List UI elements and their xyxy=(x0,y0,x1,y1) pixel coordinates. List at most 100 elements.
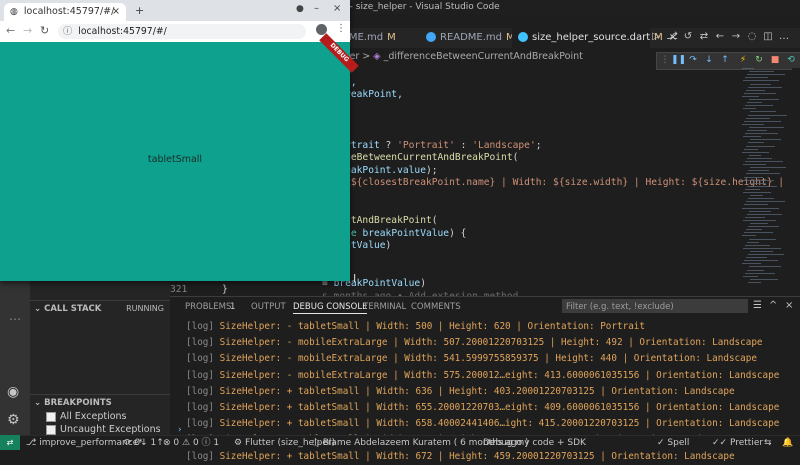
minimap[interactable] xyxy=(742,68,792,293)
minimap-line xyxy=(745,188,760,190)
chevron-up-icon[interactable]: ^ xyxy=(769,300,777,311)
call-stack-header[interactable]: ⌄ CALL STACK RUNNING xyxy=(30,300,170,316)
running-status: RUNNING xyxy=(126,304,164,313)
notifications-icon[interactable]: 🔔 xyxy=(782,436,793,451)
problems-item[interactable]: ⊗ 0 ⚠ 0 ⓘ 1 xyxy=(163,436,219,451)
new-tab-icon[interactable]: + xyxy=(135,4,144,17)
tab-problems[interactable]: PROBLEMS xyxy=(185,301,231,313)
minimap-line xyxy=(745,77,768,79)
browser-tab[interactable]: ◍ localhost:45797/#/ × xyxy=(4,3,126,21)
minimap-line xyxy=(744,148,758,150)
debug-mode-item[interactable]: Debug my code + SDK xyxy=(483,436,586,451)
minimap-line xyxy=(745,216,765,218)
editor-scrollbar[interactable] xyxy=(792,68,800,293)
minimap-line xyxy=(747,130,767,131)
minimap-line xyxy=(750,111,776,113)
minimap-line xyxy=(748,198,774,200)
stop-icon[interactable]: ■ xyxy=(769,54,781,66)
tab-size-helper-source[interactable]: size_helper_source.dart M × xyxy=(512,28,677,48)
tab-output[interactable]: OUTPUT xyxy=(251,301,286,313)
minimap-line xyxy=(748,170,769,172)
minimap-line xyxy=(749,126,784,128)
code-token: erenceBetweenCurrentAndBreakPoint xyxy=(322,152,513,164)
back-arrow-icon[interactable]: ← xyxy=(6,24,15,37)
more-views-icon[interactable]: ⋯ xyxy=(9,312,21,326)
checkbox[interactable] xyxy=(46,424,56,435)
log-level-tag: [log] xyxy=(186,369,220,381)
forward-arrow-icon[interactable]: → xyxy=(23,24,32,37)
live-share-icon[interactable]: ⇆ xyxy=(764,436,772,451)
minimap-line xyxy=(746,257,767,259)
restart-icon[interactable]: ↻ xyxy=(753,54,765,66)
console-log-line: [log] SizeHelper: - mobileExtraLarge | W… xyxy=(186,368,779,384)
clear-console-icon[interactable]: ☰ xyxy=(753,300,762,311)
settings-gear-icon[interactable]: ⚙ xyxy=(7,412,20,428)
tab-readme-2[interactable]: README.md M xyxy=(420,28,518,48)
minimap-line xyxy=(743,80,779,82)
open-changes-icon[interactable]: ◌ xyxy=(746,30,758,44)
debug-sidebar: ⌄ CALL STACK RUNNING ⌄ BREAKPOINTS All E… xyxy=(30,280,170,435)
minimap-line xyxy=(749,210,771,212)
breadcrumb-method[interactable]: _differenceBetweenCurrentAndBreakPoint xyxy=(384,51,583,62)
browser-menu-icon[interactable]: ⋮ xyxy=(336,23,346,34)
prettier-item[interactable]: ✓✓ Prettier xyxy=(712,436,763,451)
spell-item[interactable]: ✓ Spell xyxy=(657,436,689,451)
close-panel-icon[interactable]: × xyxy=(785,300,793,311)
history-icon[interactable]: ↺ xyxy=(682,30,694,44)
spell-label: Spell xyxy=(667,438,690,448)
minimap-line xyxy=(746,145,775,147)
minimap-line xyxy=(749,99,779,100)
console-log-line: [log] SizeHelper: - tabletSmall | Width:… xyxy=(186,319,645,335)
minimap-line xyxy=(748,254,784,255)
more-icon[interactable]: … xyxy=(778,30,790,44)
forward-icon[interactable]: → xyxy=(730,30,742,44)
run-icon[interactable]: ▷ xyxy=(650,30,662,44)
branch-icon[interactable]: ⎇ xyxy=(666,30,678,44)
minimap-line xyxy=(743,219,776,221)
code-line: ence ${closestBreakPoint.name} | Width: … xyxy=(322,177,784,189)
minimap-line xyxy=(750,167,786,169)
console-prompt-icon[interactable]: › xyxy=(178,425,182,435)
call-stack-title: CALL STACK xyxy=(44,304,102,314)
info-icon[interactable]: ⓘ xyxy=(63,26,72,37)
compare-icon[interactable]: ⇄ xyxy=(698,30,710,44)
address-bar[interactable]: ⓘ localhost:45797/#/ xyxy=(58,24,306,39)
status-bar: ⎇ improve_performance* ⟳ 0↓ 1↑ ⊗ 0 ⚠ 0 ⓘ… xyxy=(0,435,800,451)
sync-item[interactable]: ⟳ 0↓ 1↑ xyxy=(124,436,164,451)
minimap-line xyxy=(749,266,781,268)
back-icon[interactable]: ← xyxy=(714,30,726,44)
devtools-icon[interactable]: ⟲ xyxy=(785,54,797,66)
minimap-line xyxy=(750,223,768,224)
close-window-icon[interactable]: × xyxy=(333,3,341,14)
remote-indicator-icon[interactable]: ⇄ xyxy=(0,435,20,450)
reload-icon[interactable]: ↻ xyxy=(40,24,49,37)
log-level-tag: [log] xyxy=(186,402,220,413)
minimap-line xyxy=(743,192,771,193)
console-filter-input[interactable]: Filter (e.g. text, !exclude) xyxy=(562,299,748,313)
tab-terminal[interactable]: TERMINAL xyxy=(363,301,406,313)
split-editor-icon[interactable]: ◫ xyxy=(762,30,774,44)
checkbox[interactable] xyxy=(46,411,56,422)
tab-debug-console[interactable]: DEBUG CONSOLE xyxy=(293,301,368,314)
code-token: breakPointValue xyxy=(362,227,450,239)
minimap-line xyxy=(748,226,779,228)
dart-icon xyxy=(518,32,528,42)
breakpoints-header[interactable]: ⌄ BREAKPOINTS xyxy=(30,394,170,410)
close-tab-icon[interactable]: × xyxy=(112,3,120,21)
minimize-icon[interactable]: – xyxy=(314,3,319,14)
log-message: SizeHelper: + tabletSmall | Width: 658.4… xyxy=(219,418,780,430)
chevron-down-icon: ⌄ xyxy=(34,398,45,408)
tab-comments[interactable]: COMMENTS xyxy=(411,301,461,313)
minimap-line xyxy=(750,250,773,252)
minimap-line xyxy=(742,235,756,237)
account-icon[interactable]: ◉ xyxy=(7,384,19,400)
record-icon[interactable]: ● xyxy=(296,4,304,14)
breakpoint-all-exceptions[interactable]: All Exceptions xyxy=(46,410,127,423)
minimap-line xyxy=(743,275,758,277)
browser-tab-title: localhost:45797/#/ xyxy=(23,6,115,17)
breakpoint-label: Uncaught Exceptions xyxy=(60,424,161,435)
code-editor[interactable]: to:(ength,estBreakPoint,,isPortrait ? 'P… xyxy=(322,64,784,302)
code-token: : xyxy=(454,139,473,151)
minimap-line xyxy=(747,157,772,159)
minimap-line xyxy=(743,108,756,110)
